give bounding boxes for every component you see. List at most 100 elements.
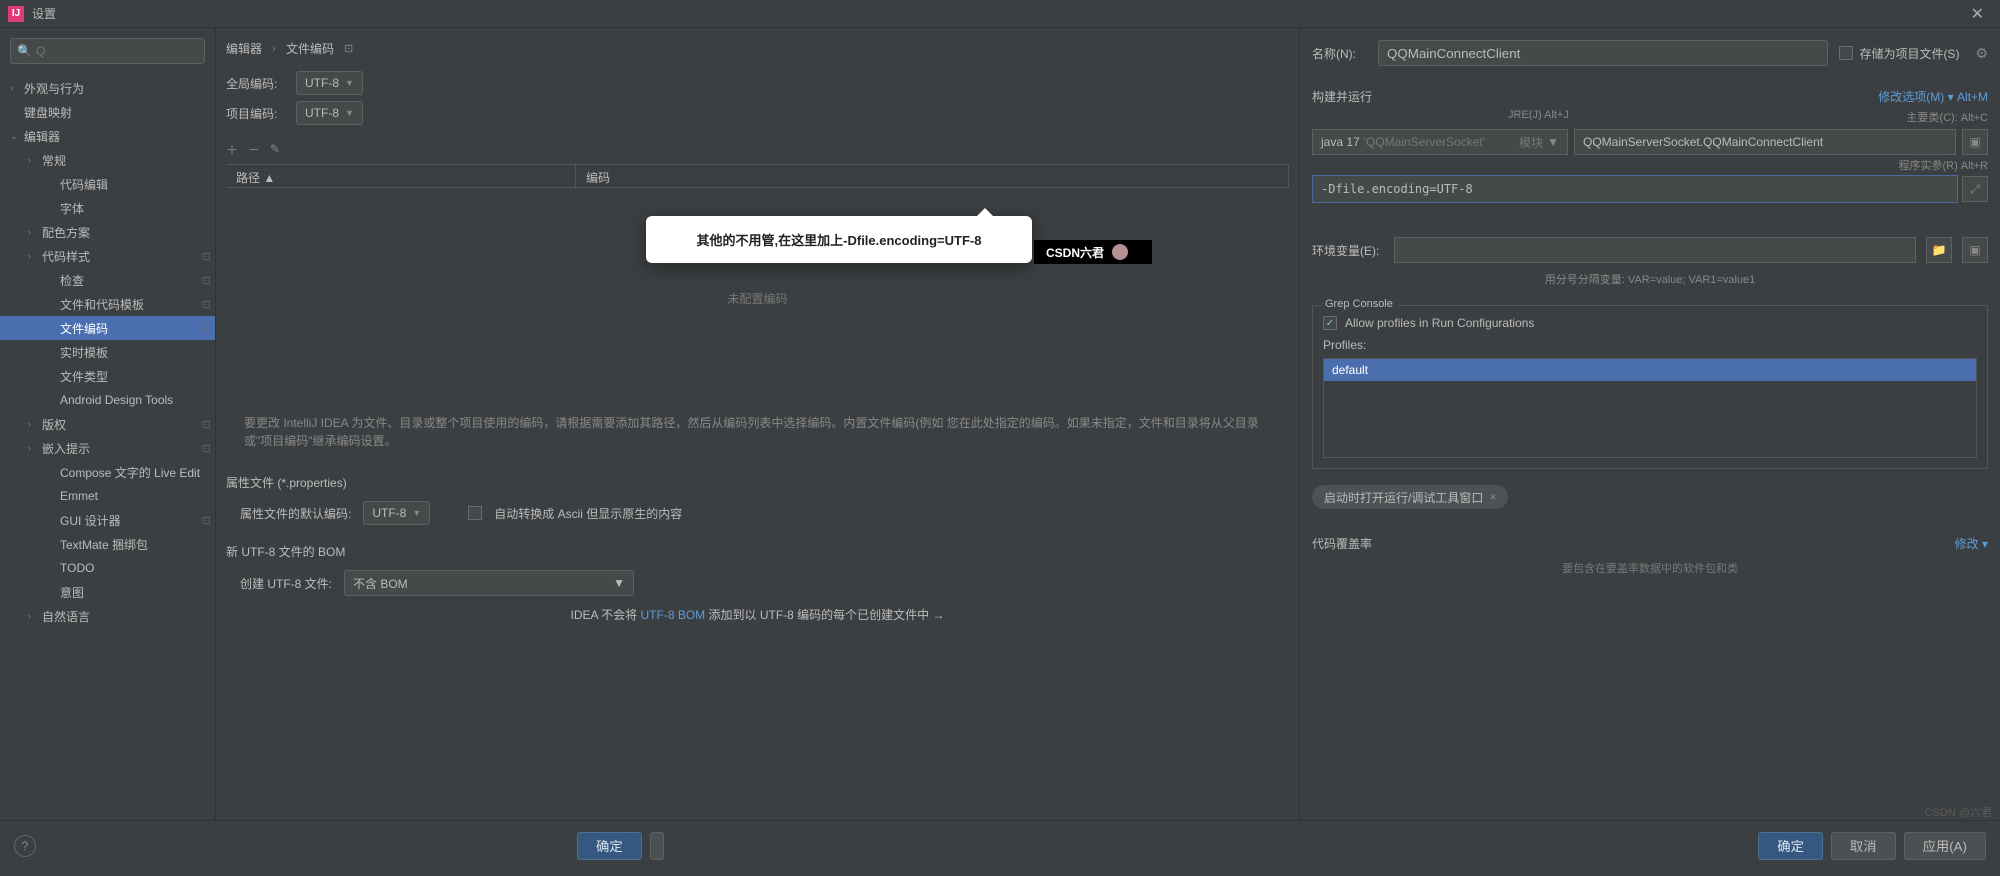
pin-icon: ⊡ (202, 250, 211, 263)
pin-icon: ⊡ (202, 418, 211, 431)
global-encoding-select[interactable]: UTF-8 ▼ (296, 71, 363, 95)
open-run-window-tag[interactable]: 启动时打开运行/调试工具窗口 × (1312, 485, 1508, 509)
bom-note-link[interactable]: UTF-8 BOM (641, 608, 706, 622)
sidebar-item[interactable]: ⌄编辑器 (0, 124, 215, 148)
chevron-down-icon: ▼ (1547, 135, 1559, 149)
tag-remove-icon[interactable]: × (1489, 490, 1496, 504)
sidebar-item[interactable]: Compose 文字的 Live Edit (0, 460, 215, 484)
sidebar-item[interactable]: ›代码样式⊡ (0, 244, 215, 268)
profiles-list[interactable]: default (1323, 358, 1977, 458)
split-button[interactable] (650, 832, 664, 860)
save-as-label: 存储为项目文件(S) (1859, 45, 1959, 62)
pin-icon: ⊡ (202, 322, 211, 335)
program-args-hint: 程序实参(R) Alt+R (1312, 157, 1988, 173)
sidebar-item-label: 文件类型 (60, 368, 211, 385)
sidebar-item[interactable]: 键盘映射 (0, 100, 215, 124)
encoding-table-header: 路径 ▲ 编码 (226, 164, 1289, 188)
ascii-checkbox[interactable] (468, 506, 482, 520)
col-encoding[interactable]: 编码 (576, 165, 1289, 187)
sidebar-item[interactable]: Android Design Tools (0, 388, 215, 412)
main-class-value: QQMainServerSocket.QQMainConnectClient (1583, 135, 1823, 149)
sidebar-item[interactable]: ›常规 (0, 148, 215, 172)
coverage-modify-link[interactable]: 修改 ▾ (1955, 535, 1988, 552)
cancel-button[interactable]: 取消 (1831, 832, 1896, 860)
chevron-icon: › (28, 155, 42, 165)
allow-profiles-checkbox[interactable]: ✓ (1323, 316, 1337, 330)
modify-options-link[interactable]: 修改选项(M) ▾ Alt+M (1878, 88, 1988, 105)
add-icon[interactable]: ＋ (226, 141, 238, 158)
table-toolbar: ＋ － ✎ (226, 134, 1289, 164)
breadcrumb: 编辑器 › 文件编码 ⊡ (226, 28, 1289, 68)
sidebar-item[interactable]: 文件和代码模板⊡ (0, 292, 215, 316)
bom-note-pre: IDEA 不会将 (570, 608, 640, 622)
reset-icon[interactable]: ⊡ (344, 42, 353, 55)
save-as-project-file[interactable]: 存储为项目文件(S) (1839, 45, 1959, 62)
encoding-help-text: 要更改 IntelliJ IDEA 为文件、目录或整个项目使用的编码，请根据需要… (226, 408, 1289, 456)
sidebar-item[interactable]: 意图 (0, 580, 215, 604)
search-input-wrapper[interactable]: 🔍 (10, 38, 205, 64)
chevron-down-icon: ▼ (345, 108, 354, 118)
sidebar-item-label: 实时模板 (60, 344, 211, 361)
profile-default-item[interactable]: default (1324, 359, 1976, 381)
search-icon: 🔍 (17, 44, 32, 58)
module-label: 模块 (1519, 134, 1543, 151)
folder-icon[interactable]: 📁 (1926, 237, 1952, 263)
remove-icon[interactable]: － (248, 141, 260, 158)
coverage-header: 代码覆盖率 (1312, 535, 1372, 552)
bom-create-select[interactable]: 不含 BOM ▼ (344, 570, 634, 596)
save-as-checkbox[interactable] (1839, 46, 1853, 60)
search-input[interactable] (36, 44, 198, 58)
sidebar-item[interactable]: 文件类型 (0, 364, 215, 388)
sidebar-item[interactable]: 文件编码⊡ (0, 316, 215, 340)
sidebar-item[interactable]: 检查⊡ (0, 268, 215, 292)
gear-icon[interactable]: ⚙ (1975, 45, 1988, 62)
config-name-input[interactable] (1378, 40, 1828, 66)
settings-sidebar: 🔍 ›外观与行为键盘映射⌄编辑器›常规代码编辑字体›配色方案›代码样式⊡检查⊡文… (0, 28, 216, 820)
expand-env-icon[interactable]: ▣ (1962, 237, 1988, 263)
sidebar-item-label: 意图 (60, 584, 211, 601)
sidebar-item[interactable]: GUI 设计器⊡ (0, 508, 215, 532)
sidebar-item-label: Android Design Tools (60, 393, 211, 407)
sidebar-item[interactable]: Emmet (0, 484, 215, 508)
tag-label: 启动时打开运行/调试工具窗口 (1324, 489, 1483, 506)
env-input[interactable] (1394, 237, 1916, 263)
jre-select[interactable]: java 17 'QQMainServerSocket' 模块 ▼ (1312, 129, 1568, 155)
vm-options-input[interactable] (1312, 175, 1958, 203)
props-default-select[interactable]: UTF-8 ▼ (363, 501, 430, 525)
ok-button[interactable]: 确定 (1758, 832, 1823, 860)
window-title: 设置 (32, 5, 56, 22)
breadcrumb-file-encodings: 文件编码 (286, 40, 334, 57)
browse-icon[interactable]: ▣ (1962, 129, 1988, 155)
col-path[interactable]: 路径 ▲ (226, 165, 576, 187)
sidebar-item-label: 常规 (42, 152, 211, 169)
sidebar-item[interactable]: TODO (0, 556, 215, 580)
sidebar-item[interactable]: TextMate 捆绑包 (0, 532, 215, 556)
sidebar-item[interactable]: ›配色方案 (0, 220, 215, 244)
ok-button-left[interactable]: 确定 (577, 832, 642, 860)
sidebar-item-label: 外观与行为 (24, 80, 211, 97)
sidebar-item[interactable]: ›嵌入提示⊡ (0, 436, 215, 460)
sidebar-item-label: 编辑器 (24, 128, 211, 145)
annotation-callout: 其他的不用管,在这里加上-Dfile.encoding=UTF-8 (646, 216, 1032, 263)
project-encoding-select[interactable]: UTF-8 ▼ (296, 101, 363, 125)
sidebar-item[interactable]: ›自然语言 (0, 604, 215, 628)
chevron-icon: ⌄ (10, 131, 24, 142)
chevron-right-icon: › (272, 41, 276, 55)
pin-icon: ⊡ (202, 298, 211, 311)
expand-icon[interactable]: ⤢ (1962, 176, 1988, 202)
watermark-text: CSDN六君 (1046, 244, 1104, 261)
sidebar-item-label: 检查 (60, 272, 198, 289)
bottom-watermark: CSDN @六君 (1925, 804, 1992, 820)
sidebar-item[interactable]: ›版权⊡ (0, 412, 215, 436)
apply-button[interactable]: 应用(A) (1904, 832, 1986, 860)
sidebar-item[interactable]: 代码编辑 (0, 172, 215, 196)
sidebar-item[interactable]: 实时模板 (0, 340, 215, 364)
main-class-input[interactable]: QQMainServerSocket.QQMainConnectClient (1574, 129, 1956, 155)
sidebar-item[interactable]: ›外观与行为 (0, 76, 215, 100)
sidebar-item-label: Emmet (60, 489, 211, 503)
edit-icon[interactable]: ✎ (270, 142, 280, 156)
breadcrumb-editor[interactable]: 编辑器 (226, 40, 262, 57)
help-icon[interactable]: ? (14, 835, 36, 857)
close-icon[interactable]: ✕ (1963, 4, 1992, 24)
sidebar-item[interactable]: 字体 (0, 196, 215, 220)
